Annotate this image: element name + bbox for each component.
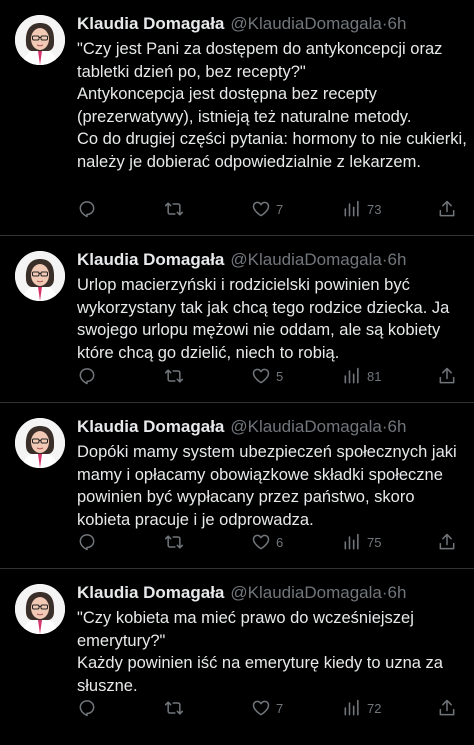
tweet-text: Urlop macierzyński i rodzicielski powini… xyxy=(77,274,467,364)
tweet[interactable]: Klaudia Domagała @KlaudiaDomagala·6h "Czy… xyxy=(0,569,474,745)
reply-button[interactable] xyxy=(77,197,102,221)
reply-icon xyxy=(79,368,95,385)
avatar[interactable] xyxy=(15,251,65,301)
tweet-paragraph: Urlop macierzyński i rodzicielski powini… xyxy=(77,276,450,362)
like-button[interactable]: 6 xyxy=(251,530,283,554)
share-icon xyxy=(439,533,455,550)
like-count: 5 xyxy=(276,368,284,384)
tweet-paragraph: "Czy kobieta ma mieć prawo do wcześniejs… xyxy=(77,609,414,650)
timestamp[interactable]: 6h xyxy=(388,14,407,33)
share-button[interactable] xyxy=(437,696,457,720)
timestamp[interactable]: 6h xyxy=(388,417,407,436)
reply-button[interactable] xyxy=(77,364,102,388)
avatar-image xyxy=(15,251,65,301)
tweet-text: "Czy kobieta ma mieć prawo do wcześniejs… xyxy=(77,607,467,697)
reply-button[interactable] xyxy=(77,530,102,554)
like-count: 7 xyxy=(276,201,284,217)
views-button[interactable]: 72 xyxy=(342,696,381,720)
retweet-icon xyxy=(164,369,184,383)
heart-icon xyxy=(252,534,270,550)
reply-icon xyxy=(79,700,95,717)
tweet-paragraph: Co do drugiej części pytania: hormony to… xyxy=(77,130,467,171)
views-chart-icon xyxy=(344,200,359,217)
tweet-header: Klaudia Domagała @KlaudiaDomagala·6h xyxy=(77,13,406,35)
author-handle[interactable]: @KlaudiaDomagala xyxy=(230,250,381,269)
tweet-text: "Czy jest Pani za dostępem do antykoncep… xyxy=(77,38,467,173)
reply-icon xyxy=(79,201,95,218)
like-button[interactable]: 7 xyxy=(251,696,283,720)
views-button[interactable]: 81 xyxy=(342,364,381,388)
tweet-header: Klaudia Domagała @KlaudiaDomagala·6h xyxy=(77,416,406,438)
avatar[interactable] xyxy=(15,584,65,634)
like-button[interactable]: 7 xyxy=(251,197,283,221)
timestamp[interactable]: 6h xyxy=(388,250,407,269)
reply-button[interactable] xyxy=(77,696,102,720)
tweet-header: Klaudia Domagała @KlaudiaDomagala·6h xyxy=(77,249,406,271)
views-button[interactable]: 75 xyxy=(342,530,381,554)
tweet-actions: 5 81 xyxy=(77,364,462,388)
author-name[interactable]: Klaudia Domagała xyxy=(77,250,224,269)
author-handle[interactable]: @KlaudiaDomagala xyxy=(230,417,381,436)
tweet-text: Dopóki mamy system ubezpieczeń społeczny… xyxy=(77,441,467,531)
avatar[interactable] xyxy=(15,418,65,468)
reply-icon xyxy=(79,534,95,551)
views-chart-icon xyxy=(344,699,359,716)
author-handle[interactable]: @KlaudiaDomagala xyxy=(230,14,381,33)
views-button[interactable]: 73 xyxy=(342,197,381,221)
heart-icon xyxy=(252,201,270,217)
retweet-icon xyxy=(164,202,184,216)
tweet[interactable]: Klaudia Domagała @KlaudiaDomagala·6h Urlo… xyxy=(0,236,474,403)
views-chart-icon xyxy=(344,367,359,384)
timestamp[interactable]: 6h xyxy=(388,583,407,602)
author-name[interactable]: Klaudia Domagała xyxy=(77,14,224,33)
share-button[interactable] xyxy=(437,197,457,221)
tweet-actions: 7 72 xyxy=(77,696,462,720)
retweet-button[interactable] xyxy=(163,197,190,221)
avatar-image xyxy=(15,418,65,468)
heart-icon xyxy=(252,700,270,716)
retweet-button[interactable] xyxy=(163,530,190,554)
tweet-paragraph: Antykoncepcja jest dostępna bez recepty … xyxy=(77,85,412,126)
share-icon xyxy=(439,699,455,716)
view-count: 75 xyxy=(367,534,382,550)
tweet-feed: Klaudia Domagała @KlaudiaDomagala·6h "Czy… xyxy=(0,0,474,745)
like-count: 7 xyxy=(276,700,284,716)
author-name[interactable]: Klaudia Domagała xyxy=(77,417,224,436)
like-count: 6 xyxy=(276,534,284,550)
view-count: 81 xyxy=(367,368,382,384)
tweet-actions: 7 73 xyxy=(77,197,462,221)
share-button[interactable] xyxy=(437,364,457,388)
share-button[interactable] xyxy=(437,530,457,554)
tweet-paragraph: Dopóki mamy system ubezpieczeń społeczny… xyxy=(77,443,457,529)
like-button[interactable]: 5 xyxy=(251,364,283,388)
tweet[interactable]: Klaudia Domagała @KlaudiaDomagala·6h "Czy… xyxy=(0,0,474,236)
avatar-image xyxy=(15,15,65,65)
avatar[interactable] xyxy=(15,15,65,65)
tweet-header: Klaudia Domagała @KlaudiaDomagala·6h xyxy=(77,582,406,604)
tweet-actions: 6 75 xyxy=(77,530,462,554)
tweet[interactable]: Klaudia Domagała @KlaudiaDomagala·6h Dopó… xyxy=(0,403,474,569)
views-chart-icon xyxy=(344,533,359,550)
share-icon xyxy=(439,200,455,217)
author-handle[interactable]: @KlaudiaDomagala xyxy=(230,583,381,602)
retweet-button[interactable] xyxy=(163,696,190,720)
avatar-image xyxy=(15,584,65,634)
retweet-icon xyxy=(164,701,184,715)
retweet-icon xyxy=(164,535,184,549)
view-count: 72 xyxy=(367,700,382,716)
share-icon xyxy=(439,367,455,384)
author-name[interactable]: Klaudia Domagała xyxy=(77,583,224,602)
retweet-button[interactable] xyxy=(163,364,190,388)
view-count: 73 xyxy=(367,201,382,217)
tweet-paragraph: "Czy jest Pani za dostępem do antykoncep… xyxy=(77,40,443,81)
tweet-paragraph: Każdy powinien iść na emeryturę kiedy to… xyxy=(77,654,443,695)
heart-icon xyxy=(252,368,270,384)
